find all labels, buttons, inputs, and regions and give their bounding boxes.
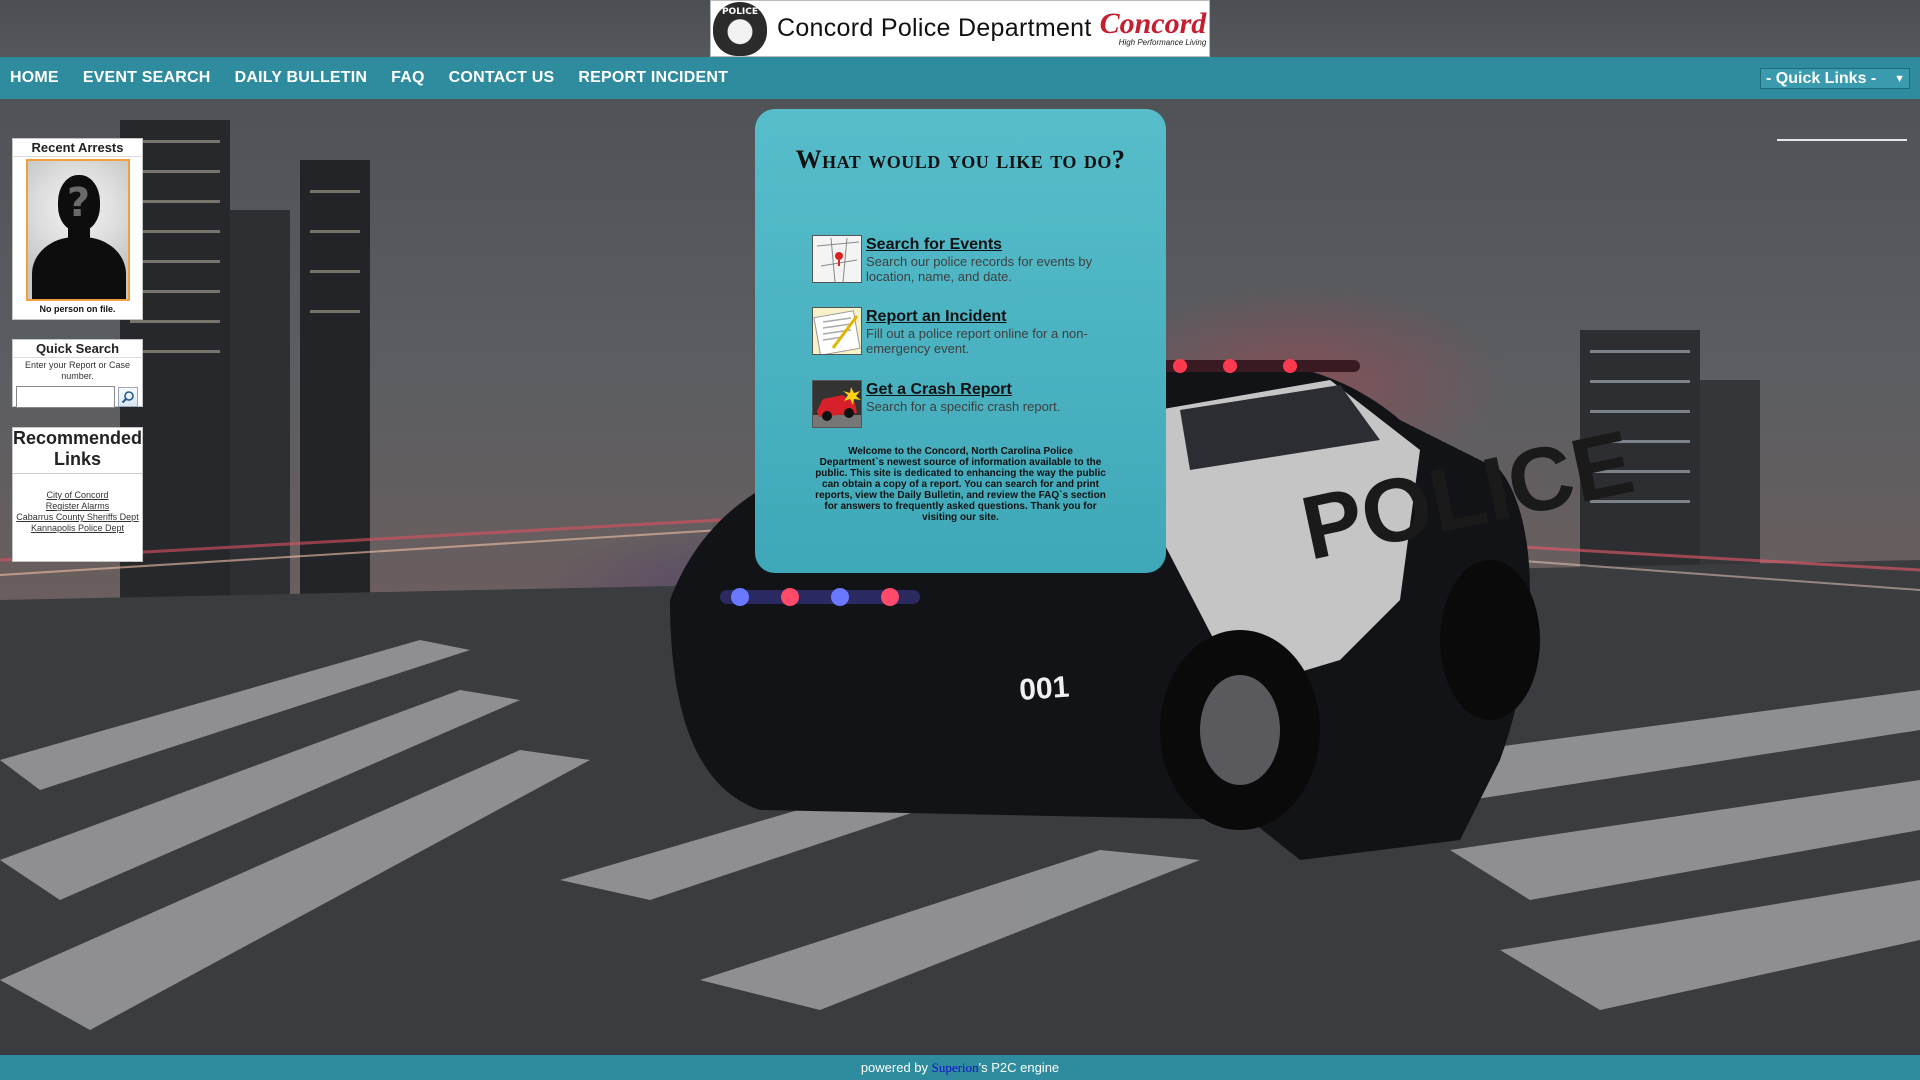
nav-faq[interactable]: FAQ xyxy=(391,69,425,87)
link-kannapolis-police[interactable]: Kannapolis Police Dept xyxy=(13,523,142,534)
city-logo-word: Concord xyxy=(1099,7,1207,40)
case-number-input[interactable] xyxy=(16,386,115,408)
nav-home[interactable]: HOME xyxy=(10,69,59,87)
recommended-links-box: Recommended Links City of Concord Regist… xyxy=(12,427,143,562)
nav-report-incident[interactable]: REPORT INCIDENT xyxy=(578,69,728,87)
nav-daily-bulletin[interactable]: DAILY BULLETIN xyxy=(235,69,368,87)
link-cabarrus-county-sheriffs[interactable]: Cabarrus County Sheriffs Dept xyxy=(13,512,142,523)
report-an-incident-desc: Fill out a police report online for a no… xyxy=(866,326,1088,356)
quick-search-hint: Enter your Report or Case number. xyxy=(24,360,131,381)
quick-links-select[interactable]: - Quick Links - ▼ xyxy=(1760,68,1910,89)
divider-line xyxy=(1777,139,1907,141)
svg-text:001: 001 xyxy=(1018,671,1070,707)
police-badge-logo: POLICE xyxy=(713,1,767,56)
search-for-events-desc: Search our police records for events by … xyxy=(866,254,1093,284)
question-mark-glyph: ? xyxy=(66,180,91,226)
quick-search-box: Quick Search Enter your Report or Case n… xyxy=(12,339,143,408)
footer-suffix: 's P2C engine xyxy=(978,1060,1060,1075)
search-button[interactable] xyxy=(118,387,138,407)
badge-text: POLICE xyxy=(721,6,759,17)
nav-event-search[interactable]: EVENT SEARCH xyxy=(83,69,211,87)
link-city-of-concord[interactable]: City of Concord xyxy=(13,490,142,501)
header-bar: POLICE Concord Police Department Concord… xyxy=(0,0,1920,57)
unknown-person-silhouette-icon[interactable]: ? xyxy=(25,159,130,301)
city-logo: Concord High Performance Living xyxy=(1099,7,1207,48)
recent-arrests-box: Recent Arrests ? No person on file. xyxy=(12,138,143,320)
recommended-links-list: City of Concord Register Alarms Cabarrus… xyxy=(13,490,142,534)
no-person-caption: No person on file. xyxy=(39,304,116,314)
city-logo-tagline: High Performance Living xyxy=(1118,38,1207,47)
footer-prefix: powered by xyxy=(860,1060,929,1075)
recent-arrests-title: Recent Arrests xyxy=(13,139,142,157)
recommended-links-title: Recommended Links xyxy=(13,428,142,474)
chevron-down-icon: ▼ xyxy=(1894,72,1905,85)
main-action-panel: What would you like to do? Search for Ev… xyxy=(755,109,1166,573)
search-icon xyxy=(121,391,134,404)
report-an-incident-link[interactable]: Report an Incident xyxy=(866,307,1142,326)
action-search-events: Search for Events Search our police reco… xyxy=(812,235,1142,284)
crash-car-icon[interactable] xyxy=(812,380,862,428)
quick-links-value: - Quick Links - xyxy=(1766,69,1877,87)
link-register-alarms[interactable]: Register Alarms xyxy=(13,501,142,512)
nav-contact-us[interactable]: CONTACT US xyxy=(449,69,555,87)
get-a-crash-report-link[interactable]: Get a Crash Report xyxy=(866,380,1060,399)
footer-brand-link[interactable]: Superion xyxy=(932,1060,979,1075)
main-navigation: HOME EVENT SEARCH DAILY BULLETIN FAQ CON… xyxy=(0,57,1920,99)
department-banner[interactable]: POLICE Concord Police Department Concord… xyxy=(710,0,1210,57)
map-icon[interactable] xyxy=(812,235,862,283)
action-report-incident: Report an Incident Fill out a police rep… xyxy=(812,307,1142,356)
welcome-message: Welcome to the Concord, North Carolina P… xyxy=(815,446,1106,523)
get-a-crash-report-desc: Search for a specific crash report. xyxy=(866,399,1061,414)
panel-title: What would you like to do? xyxy=(795,145,1126,174)
quick-search-title: Quick Search xyxy=(13,340,142,358)
action-crash-report: Get a Crash Report Search for a specific… xyxy=(812,380,1142,428)
footer: powered by Superion's P2C engine xyxy=(0,1055,1920,1080)
quick-search-row xyxy=(16,386,142,408)
report-form-icon[interactable] xyxy=(812,307,862,355)
search-for-events-link[interactable]: Search for Events xyxy=(866,235,1142,254)
banner-title: Concord Police Department xyxy=(777,14,1092,42)
